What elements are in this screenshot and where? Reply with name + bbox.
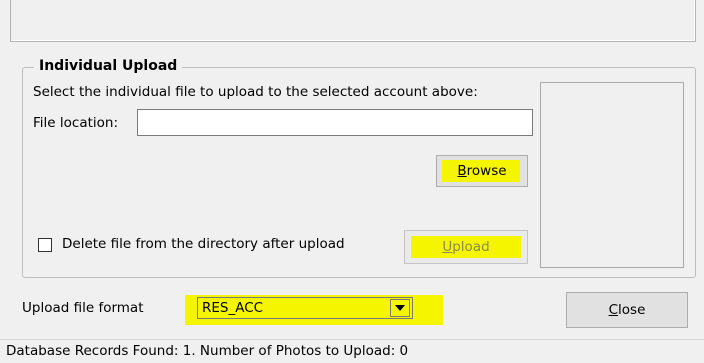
upload-format-label: Upload file format (22, 300, 144, 316)
status-text: Database Records Found: 1. Number of Pho… (6, 343, 409, 359)
browse-button[interactable]: Browse (436, 155, 528, 187)
file-location-label: File location: (33, 115, 118, 131)
group-legend: Individual Upload (34, 58, 183, 74)
close-button-label: Close (608, 302, 646, 318)
upload-button[interactable]: Upload (404, 230, 528, 264)
file-location-input[interactable] (137, 109, 533, 136)
upload-button-label: Upload (442, 239, 490, 255)
delete-file-label[interactable]: Delete file from the directory after upl… (62, 236, 345, 252)
status-bar: Database Records Found: 1. Number of Pho… (0, 339, 704, 363)
browse-button-label: Browse (457, 163, 507, 179)
photo-preview (540, 82, 684, 268)
upload-format-select[interactable]: RES_ACC (197, 297, 413, 319)
instructions-text: Select the individual file to upload to … (33, 84, 478, 100)
close-button[interactable]: Close (566, 292, 688, 328)
top-groupbox (10, 0, 696, 42)
chevron-down-icon[interactable] (390, 299, 410, 317)
upload-format-value: RES_ACC (202, 300, 264, 316)
delete-file-checkbox[interactable] (38, 238, 52, 252)
